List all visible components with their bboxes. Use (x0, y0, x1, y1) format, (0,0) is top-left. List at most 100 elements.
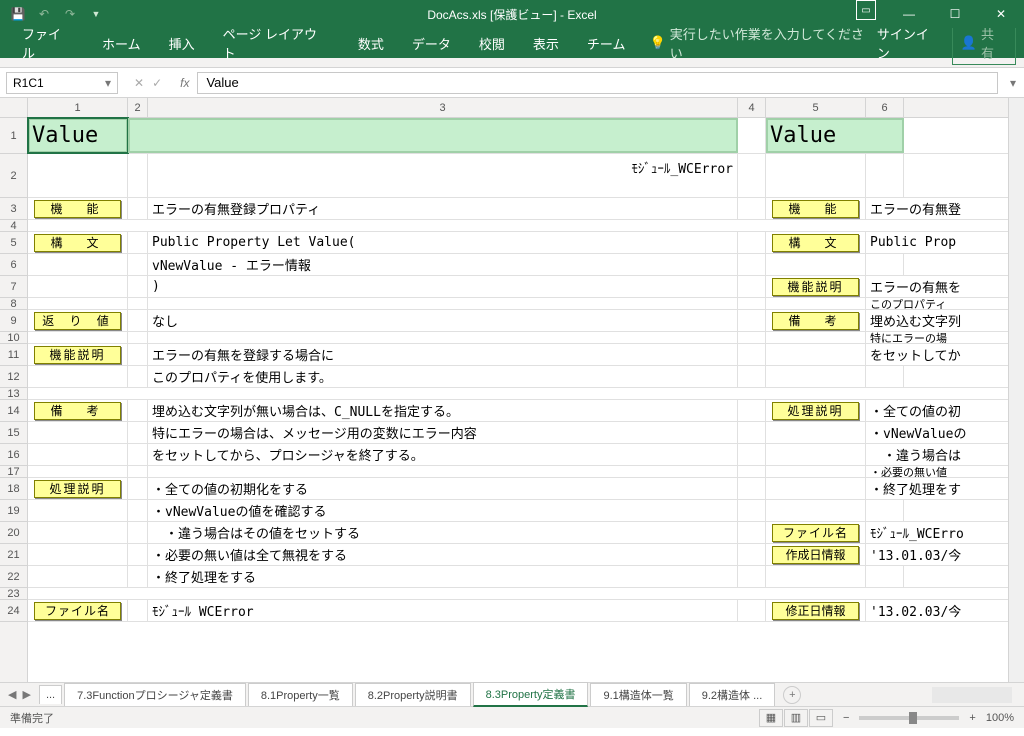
cell[interactable] (738, 500, 766, 521)
sheet-tab[interactable]: 7.3Functionプロシージャ定義書 (64, 683, 246, 706)
cell[interactable] (128, 422, 148, 443)
cell[interactable] (28, 276, 128, 297)
cell[interactable]: ・違う場合は (866, 444, 1016, 465)
formula-expand-icon[interactable]: ▾ (1010, 76, 1024, 90)
sheet-tab[interactable]: 9.2構造体 ... (689, 683, 776, 706)
cell[interactable] (738, 544, 766, 565)
fx-icon[interactable]: fx (172, 76, 197, 90)
formula-input[interactable]: Value (197, 72, 998, 94)
cell[interactable] (738, 422, 766, 443)
row-header[interactable]: 13 (0, 388, 27, 400)
chevron-down-icon[interactable]: ▾ (105, 76, 111, 90)
cell[interactable]: '13.02.03/今 (866, 600, 1016, 621)
cell[interactable]: 処理説明 (28, 478, 128, 499)
cell[interactable]: 機能説明 (28, 344, 128, 365)
enter-icon[interactable]: ✓ (152, 76, 162, 90)
page-layout-view-icon[interactable]: ▥ (784, 709, 808, 727)
cell[interactable]: このプロパティ (866, 298, 1016, 309)
row-header[interactable]: 5 (0, 232, 27, 254)
cell-header-side[interactable]: Value (766, 118, 904, 153)
cell[interactable] (738, 400, 766, 421)
tab-insert[interactable]: 挿入 (155, 28, 209, 58)
sheet-tab[interactable]: 9.1構造体一覧 (590, 683, 686, 706)
cell[interactable]: ファイル名 (766, 522, 866, 543)
zoom-level[interactable]: 100% (986, 712, 1014, 724)
cell[interactable] (738, 522, 766, 543)
tab-page-layout[interactable]: ページ レイアウト (209, 28, 344, 58)
row-header[interactable]: 24 (0, 600, 27, 622)
cell[interactable]: ・vNewValueの値を確認する (148, 500, 738, 521)
tab-file[interactable]: ファイル (8, 28, 88, 58)
row-header[interactable]: 4 (0, 220, 27, 232)
cell[interactable] (28, 500, 128, 521)
close-button[interactable]: ✕ (978, 0, 1024, 28)
cell[interactable] (28, 466, 128, 477)
cell[interactable] (738, 310, 766, 331)
cell[interactable] (28, 588, 1024, 599)
cell[interactable] (148, 332, 738, 343)
tab-home[interactable]: ホーム (88, 28, 155, 58)
cell[interactable] (28, 566, 128, 587)
cell[interactable] (128, 118, 738, 153)
cell[interactable] (128, 522, 148, 543)
cell[interactable] (28, 422, 128, 443)
row-header[interactable]: 11 (0, 344, 27, 366)
cell-header-main[interactable]: Value (28, 118, 128, 153)
cell[interactable] (28, 544, 128, 565)
cell[interactable]: をセットしてか (866, 344, 1016, 365)
cell[interactable] (128, 254, 148, 275)
row-header[interactable]: 9 (0, 310, 27, 332)
cell[interactable]: Public Property Let Value( (148, 232, 738, 253)
sheet-tab[interactable]: 8.1Property一覧 (248, 683, 353, 706)
cancel-icon[interactable]: ✕ (134, 76, 144, 90)
cell[interactable] (28, 332, 128, 343)
row-header[interactable]: 8 (0, 298, 27, 310)
cell[interactable] (766, 422, 866, 443)
cell[interactable]: 構 文 (28, 232, 128, 253)
cell[interactable] (128, 310, 148, 331)
tab-prev-icon[interactable]: ◀ (8, 688, 16, 701)
cell[interactable] (128, 500, 148, 521)
cell[interactable]: このプロパティを使用します。 (148, 366, 738, 387)
row-header[interactable]: 22 (0, 566, 27, 588)
sheet-tab-active[interactable]: 8.3Property定義書 (473, 682, 589, 707)
row-header[interactable]: 3 (0, 198, 27, 220)
cell[interactable] (866, 154, 904, 197)
cell[interactable] (866, 254, 904, 275)
row-header[interactable]: 15 (0, 422, 27, 444)
cell[interactable] (866, 366, 904, 387)
cell[interactable]: エラーの有無登 (866, 198, 1016, 219)
cell[interactable] (128, 198, 148, 219)
col-header[interactable]: 3 (148, 98, 738, 117)
tab-data[interactable]: データ (398, 28, 465, 58)
cell[interactable] (128, 600, 148, 621)
normal-view-icon[interactable]: ▦ (759, 709, 783, 727)
cell[interactable] (128, 232, 148, 253)
cell[interactable] (128, 400, 148, 421)
cell[interactable]: 機 能 (766, 198, 866, 219)
name-box[interactable]: R1C1 ▾ (6, 72, 118, 94)
cell[interactable] (128, 566, 148, 587)
row-header[interactable]: 23 (0, 588, 27, 600)
cell[interactable] (128, 298, 148, 309)
cell[interactable]: ・全ての値の初 (866, 400, 1016, 421)
cell[interactable] (738, 444, 766, 465)
cell[interactable] (28, 254, 128, 275)
row-header[interactable]: 18 (0, 478, 27, 500)
cell[interactable] (738, 254, 766, 275)
cell[interactable]: 機 能 (28, 198, 128, 219)
cell[interactable] (128, 276, 148, 297)
cell[interactable] (766, 366, 866, 387)
row-header[interactable]: 19 (0, 500, 27, 522)
cell[interactable]: 機能説明 (766, 276, 866, 297)
cell[interactable] (766, 298, 866, 309)
cell[interactable]: 特にエラーの場 (866, 332, 1016, 343)
cell[interactable]: なし (148, 310, 738, 331)
cell[interactable] (738, 198, 766, 219)
cell[interactable]: 処理説明 (766, 400, 866, 421)
cell[interactable] (766, 466, 866, 477)
zoom-slider[interactable] (859, 716, 959, 720)
row-header[interactable]: 16 (0, 444, 27, 466)
row-header[interactable]: 10 (0, 332, 27, 344)
vertical-scrollbar[interactable] (1008, 98, 1024, 682)
